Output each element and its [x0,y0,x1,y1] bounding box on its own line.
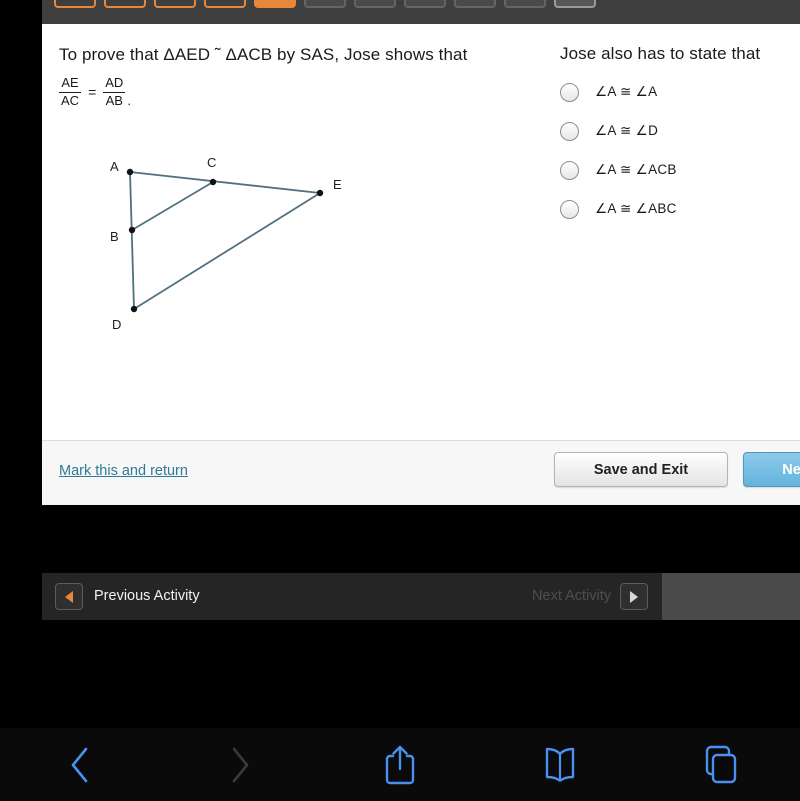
previous-activity-label[interactable]: Previous Activity [94,588,200,604]
back-button[interactable] [0,728,160,801]
geometry-svg [126,168,324,313]
answer-prompt: Jose also has to state that [560,44,761,63]
left-triangle-icon [65,590,73,603]
progress-pill-7[interactable] [354,0,396,8]
share-button[interactable] [320,728,480,801]
fraction-left-numerator: AE [59,75,81,93]
answer-options-column: Jose also has to state that ∠A ≅ ∠A ∠A ≅ … [560,44,798,220]
radio-button-3[interactable] [560,160,579,180]
vertex-point-D [130,305,138,313]
equals-sign: = [88,84,97,101]
fraction-right-denominator: AB [105,92,123,108]
vertex-label-A: A [110,159,119,174]
save-and-exit-button[interactable]: Save and Exit [554,452,728,487]
back-icon [71,747,88,782]
progress-pill-3[interactable] [154,0,196,8]
answer-option-4[interactable]: ∠A ≅ ∠ABC [560,198,798,220]
forward-button [160,728,320,801]
bookmarks-button[interactable] [480,728,640,801]
web-page-content: To prove that ΔAED ˜ ΔACB by SAS, Jose s… [0,0,800,620]
question-left-column: To prove that ΔAED ˜ ΔACB by SAS, Jose s… [59,44,529,109]
card-footer: Mark this and return Save and Exit Next [42,440,800,505]
answer-option-label-3: ∠A ≅ ∠ACB [595,162,677,177]
progress-pill-9[interactable] [454,0,496,8]
answer-options-list: ∠A ≅ ∠A ∠A ≅ ∠D ∠A ≅ ∠ACB ∠A ≅ ∠ABC [560,81,798,220]
fraction-left-denominator: AC [61,92,80,108]
vertex-point-E [316,189,324,197]
answer-option-3[interactable]: ∠A ≅ ∠ACB [560,159,798,181]
previous-activity-button[interactable] [55,583,83,610]
segment-AE [129,171,321,194]
vertex-label-B: B [110,229,119,244]
next-activity-label: Next Activity [532,588,611,604]
right-triangle-icon [630,590,638,603]
segment-AD [129,171,135,310]
progress-pill-4[interactable] [204,0,246,8]
progress-pill-2[interactable] [104,0,146,8]
progress-pill-11[interactable] [554,0,596,8]
fraction-right: AD AB [103,75,126,109]
next-button[interactable]: Next [743,452,800,487]
segment-DE [133,192,321,310]
forward-icon [232,747,249,782]
geometry-diagram: A C E B D [52,119,372,349]
progress-pill-8[interactable] [404,0,446,8]
vertex-label-E: E [333,177,342,192]
bookmarks-icon [545,747,575,782]
answer-option-1[interactable]: ∠A ≅ ∠A [560,81,798,103]
diagram-segments [129,171,321,310]
progress-pill-5[interactable] [254,0,296,8]
vertex-point-C [209,178,217,186]
vertex-label-C: C [207,155,217,170]
radio-button-2[interactable] [560,121,579,141]
progress-pill-1[interactable] [54,0,96,8]
next-activity-button [620,583,648,610]
answer-option-2[interactable]: ∠A ≅ ∠D [560,120,798,142]
radio-button-4[interactable] [560,199,579,219]
fraction-left: AE AC [59,75,81,109]
activity-bar-filler [662,573,800,620]
vertex-point-A [126,168,134,176]
progress-pill-10[interactable] [504,0,546,8]
vertex-point-B [128,226,136,234]
mark-this-and-return-link[interactable]: Mark this and return [59,463,188,479]
proportion-equation: AE AC = AD AB . [59,75,529,109]
vertex-label-D: D [112,317,122,332]
answer-option-label-4: ∠A ≅ ∠ABC [595,201,677,216]
period-mark: . [127,92,131,108]
question-card: To prove that ΔAED ˜ ΔACB by SAS, Jose s… [42,24,800,505]
progress-pill-6[interactable] [304,0,346,8]
segment-BC [131,181,214,231]
answer-option-label-2: ∠A ≅ ∠D [595,123,659,138]
progress-pill-bar [42,0,800,24]
activity-navigation-bar: Previous Activity Next Activity [42,573,662,620]
safari-bottom-toolbar [0,728,800,801]
fraction-right-numerator: AD [103,75,126,93]
tabs-button[interactable] [640,728,800,801]
tabs-icon [705,745,737,783]
share-icon [385,745,415,784]
answer-option-label-1: ∠A ≅ ∠A [595,84,658,99]
question-prompt: To prove that ΔAED ˜ ΔACB by SAS, Jose s… [59,45,468,64]
radio-button-1[interactable] [560,82,579,102]
